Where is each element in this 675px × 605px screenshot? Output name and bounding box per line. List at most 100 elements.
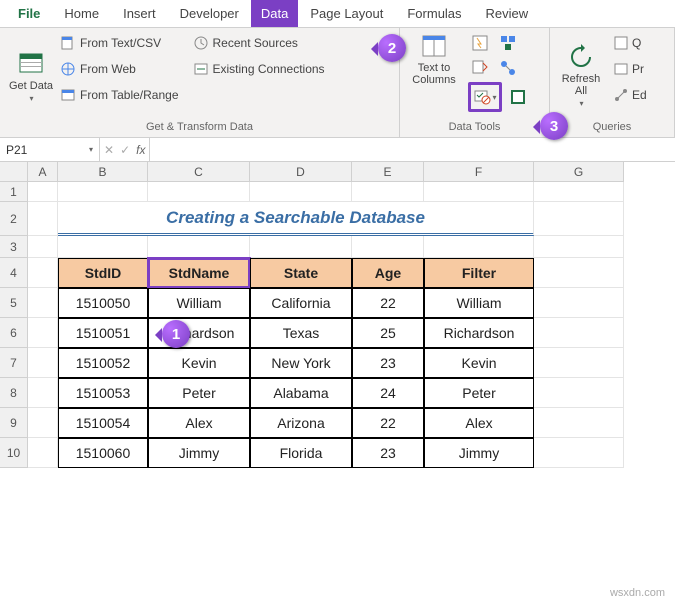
cell[interactable] [28,288,58,318]
cell[interactable] [424,182,534,202]
tab-review[interactable]: Review [474,0,541,27]
cell[interactable] [148,182,250,202]
table-cell[interactable]: 1510053 [58,378,148,408]
flash-fill-button[interactable] [468,32,492,54]
select-all-corner[interactable] [0,162,28,182]
cell[interactable] [28,348,58,378]
data-model-button[interactable] [506,86,530,108]
table-cell[interactable]: 1510054 [58,408,148,438]
cell[interactable] [148,236,250,258]
cell[interactable] [28,378,58,408]
table-header[interactable]: Age [352,258,424,288]
table-cell[interactable]: Jimmy [424,438,534,468]
row-header[interactable]: 2 [0,202,28,236]
name-box[interactable]: P21 ▾ [0,138,100,161]
table-cell[interactable]: 1510051 [58,318,148,348]
table-cell[interactable]: 1510050 [58,288,148,318]
cell[interactable] [534,258,624,288]
table-cell[interactable]: Texas [250,318,352,348]
queries-conn-button[interactable]: Q [614,32,647,54]
from-text-csv-button[interactable]: From Text/CSV [60,32,179,54]
col-header[interactable]: E [352,162,424,182]
cell[interactable] [534,408,624,438]
table-cell[interactable]: California [250,288,352,318]
data-validation-button[interactable]: ▾ [473,86,497,108]
col-header[interactable]: B [58,162,148,182]
cell[interactable] [58,236,148,258]
cell[interactable] [28,318,58,348]
from-table-button[interactable]: From Table/Range [60,84,179,106]
cell[interactable] [534,348,624,378]
row-header[interactable]: 6 [0,318,28,348]
col-header[interactable]: F [424,162,534,182]
row-header[interactable]: 7 [0,348,28,378]
cell[interactable] [28,438,58,468]
table-cell[interactable]: Peter [148,378,250,408]
fx-icon[interactable]: fx [136,143,145,157]
cell[interactable] [534,288,624,318]
cell[interactable] [424,236,534,258]
row-header[interactable]: 10 [0,438,28,468]
properties-button[interactable]: Pr [614,58,647,80]
recent-sources-button[interactable]: Recent Sources [193,32,325,54]
cell[interactable] [352,182,424,202]
row-header[interactable]: 9 [0,408,28,438]
table-cell[interactable]: Alabama [250,378,352,408]
cell[interactable] [534,182,624,202]
table-cell[interactable]: 22 [352,288,424,318]
table-cell[interactable]: 25 [352,318,424,348]
cell[interactable] [250,182,352,202]
cell[interactable] [534,202,624,236]
tab-data[interactable]: Data [251,0,298,27]
table-cell[interactable]: 23 [352,438,424,468]
remove-duplicates-button[interactable] [468,57,492,79]
cell[interactable] [28,202,58,236]
refresh-all-button[interactable]: Refresh All ▾ [556,32,606,119]
table-cell[interactable]: William [148,288,250,318]
row-header[interactable]: 1 [0,182,28,202]
table-cell[interactable]: 24 [352,378,424,408]
get-data-button[interactable]: Get Data ▾ [6,32,56,119]
table-header[interactable]: StdID [58,258,148,288]
cell[interactable] [58,182,148,202]
cell[interactable] [534,318,624,348]
cell[interactable] [534,236,624,258]
cell[interactable] [28,182,58,202]
tab-page-layout[interactable]: Page Layout [298,0,395,27]
edit-links-button[interactable]: Ed [614,84,647,106]
cell[interactable] [28,408,58,438]
cell[interactable] [352,236,424,258]
tab-home[interactable]: Home [52,0,111,27]
row-header[interactable]: 5 [0,288,28,318]
enter-icon[interactable]: ✓ [120,143,130,157]
col-header[interactable]: D [250,162,352,182]
tab-developer[interactable]: Developer [168,0,251,27]
cell[interactable] [28,236,58,258]
table-cell[interactable]: Kevin [424,348,534,378]
cancel-icon[interactable]: ✕ [104,143,114,157]
table-cell[interactable]: Alex [148,408,250,438]
cell[interactable] [28,258,58,288]
col-header[interactable]: A [28,162,58,182]
col-header[interactable]: C [148,162,250,182]
table-header-selected[interactable]: StdName [148,258,250,288]
col-header[interactable]: G [534,162,624,182]
row-header[interactable]: 4 [0,258,28,288]
from-web-button[interactable]: From Web [60,58,179,80]
tab-insert[interactable]: Insert [111,0,168,27]
title-cell[interactable]: Creating a Searchable Database [58,202,534,236]
table-cell[interactable]: 1510060 [58,438,148,468]
table-cell[interactable]: 1510052 [58,348,148,378]
table-cell[interactable]: Jimmy [148,438,250,468]
cell[interactable] [250,236,352,258]
cell[interactable] [534,438,624,468]
table-cell[interactable]: Peter [424,378,534,408]
consolidate-button[interactable] [496,32,520,54]
table-cell[interactable]: Kevin [148,348,250,378]
tab-formulas[interactable]: Formulas [395,0,473,27]
table-cell[interactable]: 22 [352,408,424,438]
cell[interactable] [534,378,624,408]
tab-file[interactable]: File [6,0,52,27]
table-cell[interactable]: Richardson [424,318,534,348]
table-cell[interactable]: Florida [250,438,352,468]
